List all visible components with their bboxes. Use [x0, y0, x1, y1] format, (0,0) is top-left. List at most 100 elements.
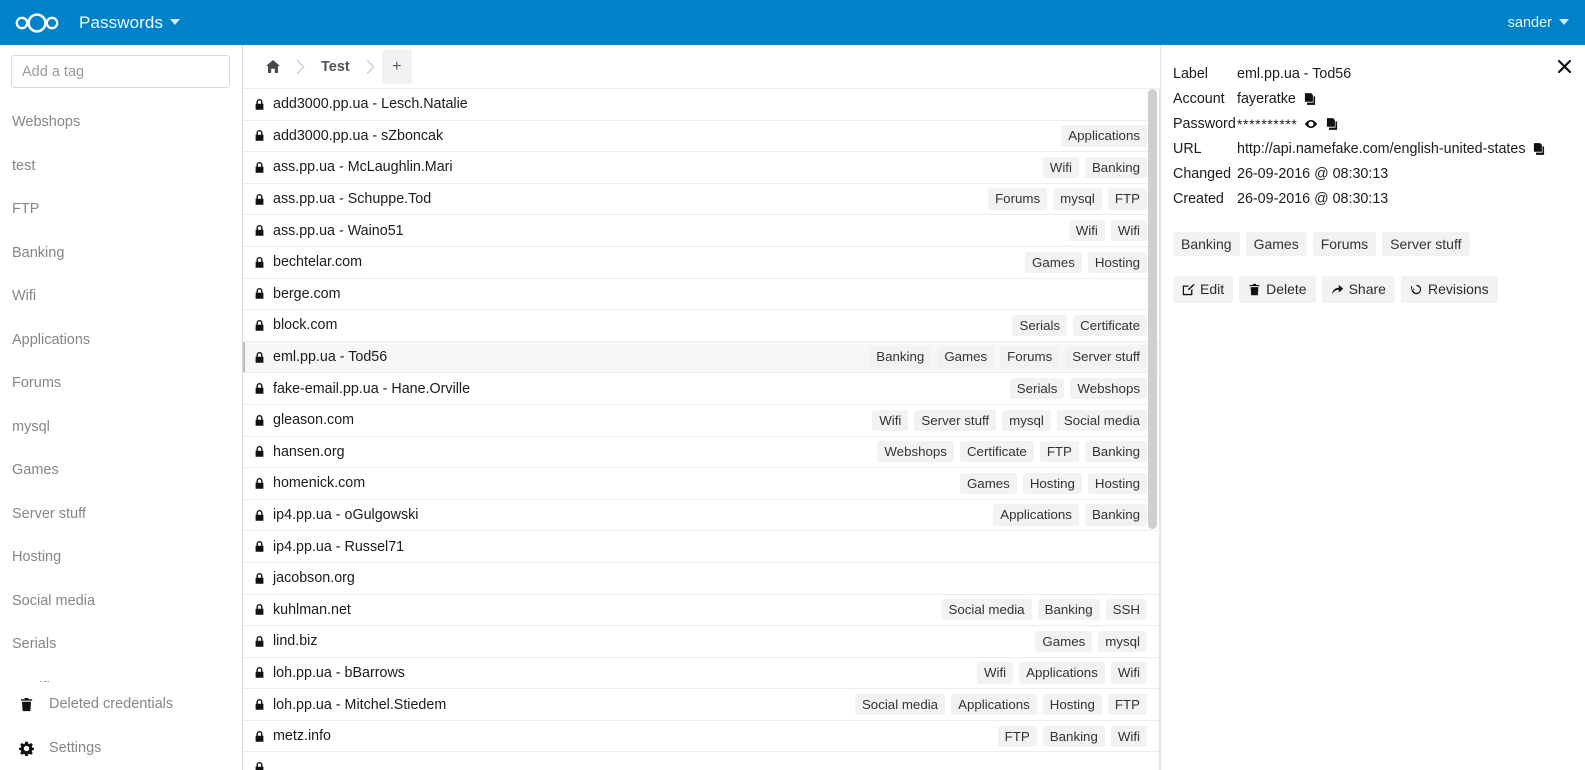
password-row[interactable]: fake-email.pp.ua - Hane.Orville Serials We…: [243, 373, 1159, 405]
password-row[interactable]: gleason.com Wifi Server stuff mysql Social m…: [243, 404, 1159, 437]
tag-chip[interactable]: Social media: [941, 599, 1032, 621]
password-row[interactable]: block.com Serials Certificate: [243, 310, 1159, 342]
delete-button[interactable]: Delete: [1239, 276, 1316, 304]
detail-tag-chip[interactable]: Server stuff: [1382, 232, 1470, 257]
tag-chip[interactable]: SSH: [1105, 599, 1147, 621]
password-row[interactable]: ass.pp.ua - Waino51 Wifi Wifi: [243, 215, 1159, 247]
tag-chip[interactable]: Social media: [1056, 409, 1147, 431]
user-menu[interactable]: sander: [1508, 15, 1569, 31]
tag-chip[interactable]: Certificate: [959, 441, 1034, 463]
breadcrumb-crumb-test[interactable]: Test: [311, 50, 360, 84]
sidebar-tag-item[interactable]: test: [0, 145, 242, 189]
tag-chip[interactable]: Games: [1025, 251, 1082, 273]
app-title-menu[interactable]: Passwords: [79, 13, 181, 33]
sidebar-tag-item[interactable]: Forums: [0, 362, 242, 406]
sidebar-tag-item[interactable]: Applications: [0, 319, 242, 363]
sidebar-tag-item[interactable]: mysql: [0, 406, 242, 450]
close-icon[interactable]: [1551, 53, 1577, 79]
tag-chip[interactable]: mysql: [1002, 409, 1051, 431]
add-folder-button[interactable]: +: [381, 49, 412, 84]
password-row[interactable]: ass.pp.ua - Schuppe.Tod Forums mysql FTP: [243, 183, 1159, 216]
tag-chip[interactable]: Games: [937, 346, 995, 368]
tag-chip[interactable]: Wifi: [1110, 662, 1147, 684]
copy-icon[interactable]: [1532, 142, 1546, 156]
tag-chip[interactable]: FTP: [1039, 441, 1079, 463]
sidebar-item-settings[interactable]: Settings: [0, 726, 242, 770]
tag-chip[interactable]: Hosting: [1087, 472, 1147, 495]
sidebar-tag-item[interactable]: Games: [0, 449, 242, 493]
tag-chip[interactable]: Banking: [1084, 156, 1147, 179]
tag-chip[interactable]: Webshops: [877, 441, 954, 463]
detail-tag-chip[interactable]: Forums: [1312, 232, 1377, 257]
sidebar-tag-item[interactable]: Social media: [0, 580, 242, 624]
tag-chip[interactable]: FTP: [1107, 188, 1147, 210]
tag-chip[interactable]: Banking: [869, 346, 932, 368]
eye-icon[interactable]: [1304, 117, 1318, 131]
password-row[interactable]: loh.pp.ua - bBarrows Wifi Applications Wifi: [243, 657, 1159, 690]
tag-chip[interactable]: Banking: [1042, 725, 1105, 747]
password-row[interactable]: jacobson.org: [243, 562, 1159, 595]
add-tag-input[interactable]: [11, 55, 230, 88]
tag-chip[interactable]: Serials: [1009, 378, 1065, 400]
detail-tag-chip[interactable]: Games: [1245, 232, 1307, 257]
tag-chip[interactable]: Social media: [854, 693, 946, 716]
tag-chip[interactable]: Applications: [951, 693, 1037, 716]
tag-chip[interactable]: Games: [1035, 630, 1093, 653]
tag-chip[interactable]: mysql: [1098, 630, 1147, 653]
tag-chip[interactable]: FTP: [1107, 693, 1147, 716]
tag-chip[interactable]: Wifi: [1110, 725, 1147, 747]
nextcloud-logo-icon[interactable]: [11, 11, 63, 35]
tag-chip[interactable]: Banking: [1037, 599, 1100, 621]
password-row[interactable]: metz.info FTP Banking Wifi: [243, 720, 1159, 753]
sidebar-tag-item[interactable]: Hosting: [0, 536, 242, 580]
tag-chip[interactable]: Applications: [1061, 125, 1147, 147]
password-row[interactable]: ip4.pp.ua - oGulgowski Applications Bankin…: [243, 499, 1159, 532]
tag-chip[interactable]: Forums: [1000, 346, 1060, 368]
sidebar-item-deleted-credentials[interactable]: Deleted credentials: [0, 682, 242, 726]
password-row[interactable]: add3000.pp.ua - sZboncak Applications: [243, 120, 1159, 153]
tag-chip[interactable]: Webshops: [1070, 378, 1147, 400]
tag-chip[interactable]: Hosting: [1022, 472, 1082, 495]
password-row[interactable]: eml.pp.ua - Tod56 Banking Games Forums Serve…: [243, 341, 1159, 374]
copy-icon[interactable]: [1303, 92, 1317, 106]
tag-chip[interactable]: Wifi: [872, 409, 909, 431]
sidebar-tag-item[interactable]: Serials: [0, 623, 242, 667]
tag-chip[interactable]: Applications: [993, 504, 1079, 526]
tag-chip[interactable]: Wifi: [1042, 156, 1079, 179]
revisions-button[interactable]: Revisions: [1400, 276, 1498, 304]
sidebar-tag-item[interactable]: Webshops: [0, 101, 242, 145]
password-row[interactable]: [243, 752, 1159, 770]
sidebar-tag-item[interactable]: FTP: [0, 188, 242, 232]
password-row[interactable]: homenick.com Games Hosting Hosting: [243, 468, 1159, 500]
tag-chip[interactable]: Banking: [1084, 504, 1147, 526]
tag-chip[interactable]: Wifi: [1110, 220, 1147, 242]
tag-chip[interactable]: Forums: [988, 188, 1048, 210]
copy-icon[interactable]: [1325, 117, 1339, 131]
password-list[interactable]: add3000.pp.ua - Lesch.Natalie add3000.pp.…: [243, 89, 1160, 770]
password-row[interactable]: hansen.org Webshops Certificate FTP Banking: [243, 436, 1159, 469]
tag-chip[interactable]: Wifi: [1068, 220, 1105, 242]
tag-chip[interactable]: Games: [959, 472, 1017, 495]
password-row[interactable]: bechtelar.com Games Hosting: [243, 246, 1159, 279]
tag-chip[interactable]: Hosting: [1087, 251, 1147, 273]
tag-chip[interactable]: Applications: [1019, 662, 1105, 684]
home-icon[interactable]: [257, 50, 289, 84]
tag-chip[interactable]: Serials: [1012, 314, 1068, 337]
tag-chip[interactable]: FTP: [997, 725, 1037, 747]
password-row[interactable]: add3000.pp.ua - Lesch.Natalie: [243, 89, 1159, 121]
detail-tag-chip[interactable]: Banking: [1173, 232, 1240, 257]
password-row[interactable]: loh.pp.ua - Mitchel.Stiedem Social media A…: [243, 689, 1159, 721]
share-button[interactable]: Share: [1321, 276, 1395, 304]
password-row[interactable]: kuhlman.net Social media Banking SSH: [243, 594, 1159, 627]
tag-chip[interactable]: Certificate: [1073, 314, 1147, 337]
sidebar-tag-list[interactable]: Webshops test FTP Banking Wifi Applications Fo…: [0, 101, 242, 736]
edit-button[interactable]: Edit: [1173, 276, 1234, 304]
sidebar-tag-item[interactable]: Server stuff: [0, 493, 242, 537]
sidebar-tag-item[interactable]: Wifi: [0, 275, 242, 319]
tag-chip[interactable]: Wifi: [976, 662, 1014, 684]
tag-chip[interactable]: Server stuff: [1065, 346, 1147, 368]
tag-chip[interactable]: Hosting: [1042, 693, 1102, 716]
tag-chip[interactable]: Server stuff: [914, 409, 997, 431]
sidebar-tag-item[interactable]: Banking: [0, 232, 242, 276]
password-row[interactable]: berge.com: [243, 278, 1159, 311]
